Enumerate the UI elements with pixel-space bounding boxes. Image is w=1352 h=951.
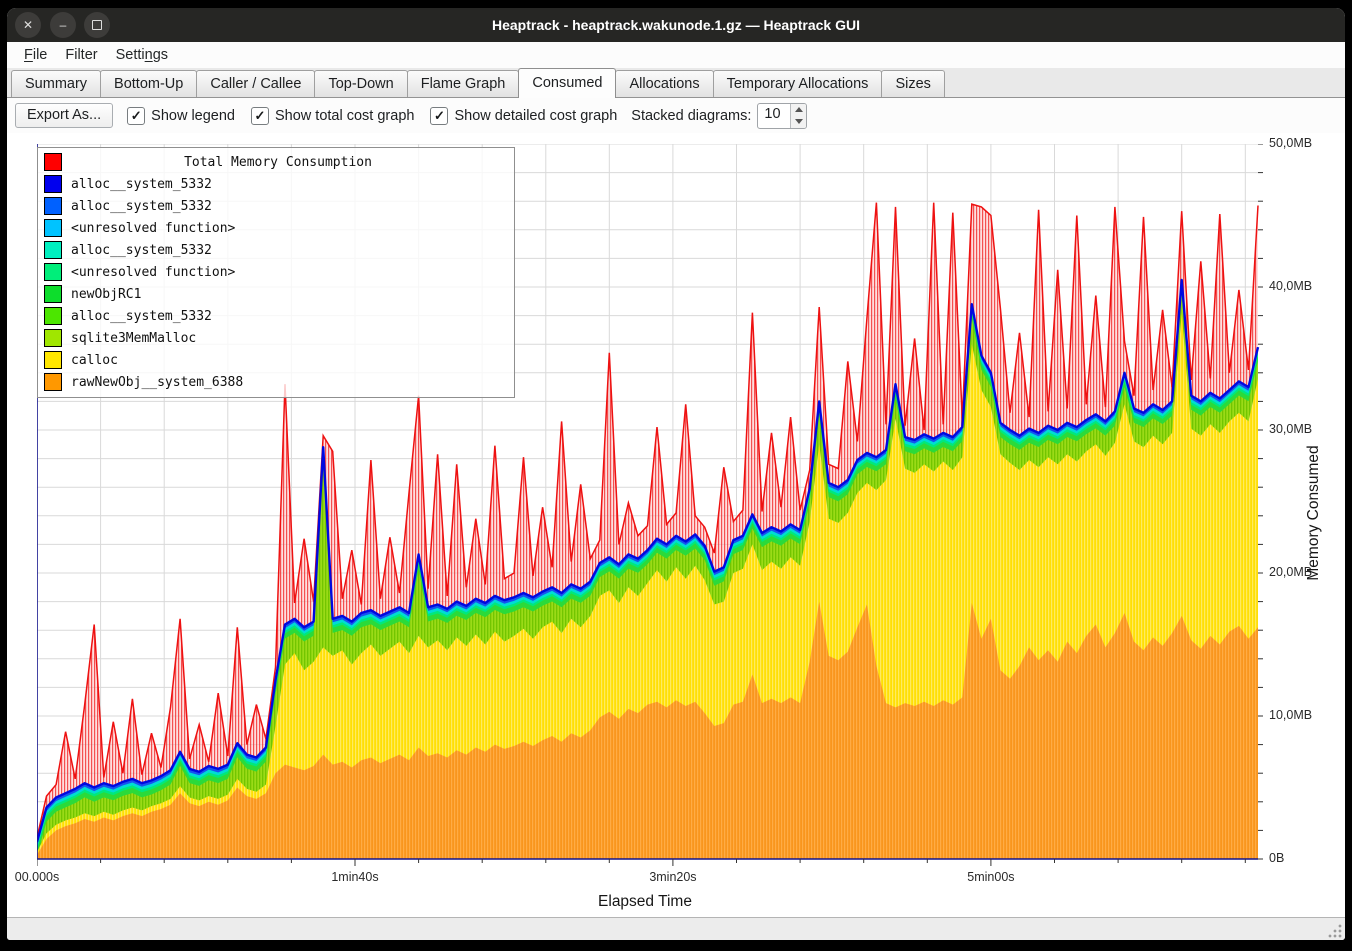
checkbox-box[interactable]: ✓ [430, 107, 448, 125]
legend-swatch [44, 241, 62, 259]
x-axis-title: Elapsed Time [465, 893, 825, 911]
tab-top-down[interactable]: Top-Down [314, 70, 407, 97]
legend-item: alloc__system_5332 [42, 305, 510, 327]
y-tick-label: 30,0MB [1269, 422, 1312, 436]
legend-item: newObjRC1 [42, 283, 510, 305]
y-tick-label: 40,0MB [1269, 279, 1312, 293]
spin-up-button[interactable] [791, 104, 806, 116]
y-tick-label: 50,0MB [1269, 136, 1312, 150]
x-tick-label: 00.000s [7, 870, 72, 884]
menu-filter[interactable]: Filter [56, 45, 106, 65]
stacked-diagrams-stepper[interactable]: 10 [757, 103, 807, 129]
legend-label: <unresolved function> [71, 221, 235, 236]
legend-swatch [44, 219, 62, 237]
legend-swatch-total [44, 153, 62, 171]
export-as-button[interactable]: Export As... [15, 103, 113, 128]
tab-allocations[interactable]: Allocations [615, 70, 713, 97]
legend-label: alloc__system_5332 [71, 243, 212, 258]
legend-label: <unresolved function> [71, 265, 235, 280]
legend-title: Total Memory Consumption [71, 155, 485, 170]
checkbox-label: Show detailed cost graph [454, 108, 617, 124]
tab-consumed[interactable]: Consumed [518, 68, 616, 98]
chart-legend: Total Memory Consumption alloc__system_5… [37, 147, 515, 398]
legend-item: alloc__system_5332 [42, 195, 510, 217]
tab-bottom-up[interactable]: Bottom-Up [100, 70, 197, 97]
stacked-diagrams-label: Stacked diagrams: [631, 108, 751, 124]
x-tick-label: 1min40s [320, 870, 390, 884]
checkbox-label: Show total cost graph [275, 108, 414, 124]
legend-label: newObjRC1 [71, 287, 141, 302]
tab-flame-graph[interactable]: Flame Graph [407, 70, 520, 97]
tab-temporary-allocations[interactable]: Temporary Allocations [713, 70, 883, 97]
legend-swatch [44, 307, 62, 325]
checkbox-show-legend[interactable]: ✓ Show legend [127, 107, 235, 125]
tab-summary[interactable]: Summary [11, 70, 101, 97]
legend-label: calloc [71, 353, 118, 368]
legend-item: calloc [42, 349, 510, 371]
tab-caller-callee[interactable]: Caller / Callee [196, 70, 315, 97]
legend-swatch [44, 285, 62, 303]
checkbox-label: Show legend [151, 108, 235, 124]
legend-label: alloc__system_5332 [71, 309, 212, 324]
tabbar: SummaryBottom-UpCaller / CalleeTop-DownF… [7, 68, 1345, 98]
titlebar[interactable]: ✕ – Heaptrack - heaptrack.wakunode.1.gz … [7, 8, 1345, 42]
legend-swatch [44, 373, 62, 391]
arrow-up-icon [795, 107, 803, 112]
legend-swatch [44, 329, 62, 347]
resize-grip-icon[interactable] [1328, 924, 1342, 938]
checkbox-box[interactable]: ✓ [251, 107, 269, 125]
legend-item: alloc__system_5332 [42, 239, 510, 261]
legend-item: <unresolved function> [42, 261, 510, 283]
tab-sizes[interactable]: Sizes [881, 70, 944, 97]
legend-swatch [44, 263, 62, 281]
legend-label: alloc__system_5332 [71, 177, 212, 192]
menu-settings[interactable]: Settings [107, 45, 177, 65]
legend-item: <unresolved function> [42, 217, 510, 239]
legend-label: alloc__system_5332 [71, 199, 212, 214]
checkbox-show-total-cost-graph[interactable]: ✓ Show total cost graph [251, 107, 414, 125]
y-tick-label: 0B [1269, 851, 1284, 865]
checkbox-show-detailed-cost-graph[interactable]: ✓ Show detailed cost graph [430, 107, 617, 125]
checkbox-box[interactable]: ✓ [127, 107, 145, 125]
legend-title-row: Total Memory Consumption [42, 151, 510, 173]
toolbar: Export As... ✓ Show legend ✓ Show total cos… [7, 98, 1345, 133]
legend-item: alloc__system_5332 [42, 173, 510, 195]
legend-swatch [44, 175, 62, 193]
legend-swatch [44, 197, 62, 215]
legend-item: rawNewObj__system_6388 [42, 371, 510, 393]
legend-item: sqlite3MemMalloc [42, 327, 510, 349]
legend-label: rawNewObj__system_6388 [71, 375, 243, 390]
arrow-down-icon [795, 119, 803, 124]
legend-label: sqlite3MemMalloc [71, 331, 196, 346]
x-tick-label: 3min20s [638, 870, 708, 884]
statusbar [7, 917, 1345, 940]
menu-file[interactable]: File [15, 45, 56, 65]
x-tick-label: 5min00s [956, 870, 1026, 884]
spin-down-button[interactable] [791, 116, 806, 128]
window-title: Heaptrack - heaptrack.wakunode.1.gz — He… [7, 8, 1345, 42]
legend-swatch [44, 351, 62, 369]
menubar: File Filter Settings [7, 42, 1345, 68]
heaptrack-window: ✕ – Heaptrack - heaptrack.wakunode.1.gz … [7, 8, 1345, 940]
stacked-diagrams-value[interactable]: 10 [758, 104, 790, 128]
y-axis-title: Memory Consumed [1304, 503, 1324, 523]
y-tick-label: 10,0MB [1269, 708, 1312, 722]
chart-area: 00.000s1min40s3min20s5min00s 0B10,0MB20,… [7, 133, 1345, 917]
